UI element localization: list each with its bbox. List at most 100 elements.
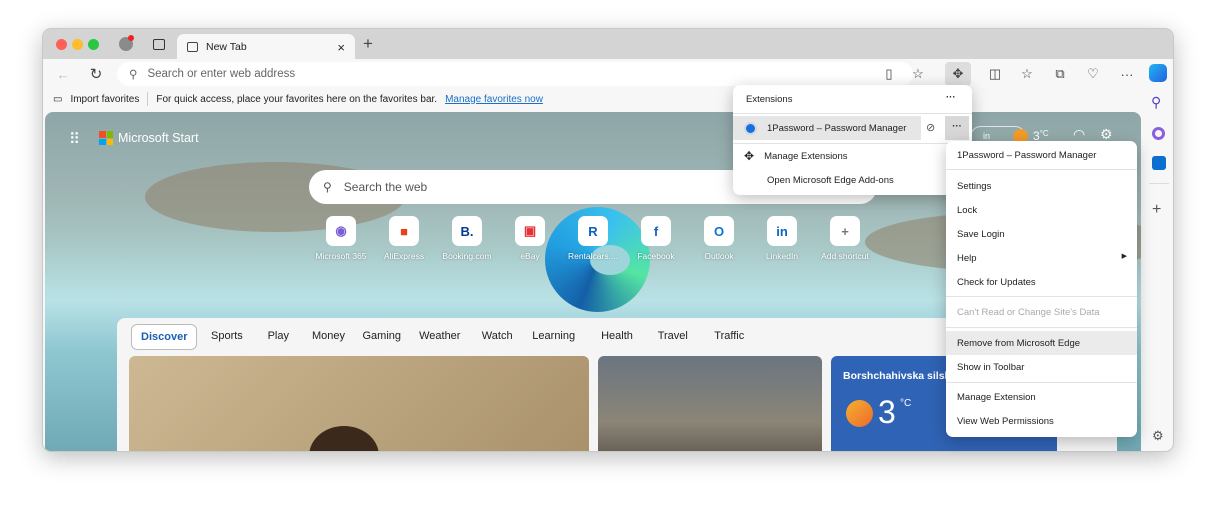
shortcut-facebook[interactable]: f Facebook: [626, 216, 686, 261]
feed-tab-gaming[interactable]: Gaming: [363, 330, 402, 342]
collections-icon[interactable]: ⧉: [1050, 64, 1070, 84]
weather-unit: °C: [900, 398, 912, 409]
remove-extension-item[interactable]: Remove from Microsoft Edge: [946, 331, 1137, 355]
immersive-reader-icon[interactable]: ▯: [879, 64, 899, 84]
context-item-help[interactable]: Help: [946, 246, 1137, 270]
address-bar[interactable]: ⚲ Search or enter web address: [117, 62, 913, 86]
shortcut-label: Booking.com: [442, 251, 492, 261]
shortcut-label: Rentalcars....: [567, 251, 619, 261]
feed-tab-learning[interactable]: Learning: [532, 330, 575, 342]
sidebar-settings-icon[interactable]: ⚙: [1152, 428, 1164, 444]
show-in-toolbar-item[interactable]: Show in Toolbar: [946, 355, 1137, 379]
sidebar-search-icon[interactable]: ⚲: [1151, 94, 1161, 111]
add-sidebar-app-icon[interactable]: +: [1152, 201, 1161, 219]
extension-more-actions-button[interactable]: ···: [945, 116, 969, 140]
shortcut-label: Facebook: [637, 251, 675, 261]
feed-tab-play[interactable]: Play: [268, 330, 289, 342]
shortcut-icon: B.: [452, 216, 482, 246]
shortcut-icon: R: [578, 216, 608, 246]
favorites-icon[interactable]: ☆: [1017, 64, 1037, 84]
close-window-button[interactable]: [56, 39, 67, 50]
site-data-item-disabled: Can't Read or Change Site's Data: [957, 306, 1100, 318]
hide-from-toolbar-icon[interactable]: ⊘: [926, 121, 935, 134]
extension-puzzle-icon: ✥: [744, 149, 755, 163]
toolbar: ← ↻ ⚲ Search or enter web address ▯ ☆ ✥ …: [43, 59, 1173, 88]
shortcut-icon: in: [767, 216, 797, 246]
weather-temp: 3: [878, 394, 896, 430]
shortcut-linkedin[interactable]: in LinkedIn: [752, 216, 812, 261]
weather-location: Borshchahivska silsk: [843, 370, 951, 382]
split-screen-icon[interactable]: ◫: [985, 64, 1005, 84]
shortcut-label: AliExpress: [383, 251, 425, 261]
favorite-star-icon[interactable]: ☆: [908, 64, 928, 84]
extensions-button[interactable]: ✥: [945, 62, 971, 86]
shortcut-booking-com[interactable]: B. Booking.com: [437, 216, 497, 261]
feed-tab-health[interactable]: Health: [601, 330, 633, 342]
shortcut-rentalcars[interactable]: R Rentalcars....: [563, 216, 623, 261]
context-menu-header: 1Password – Password Manager: [957, 149, 1097, 161]
extension-name: 1Password – Password Manager: [767, 122, 907, 134]
microsoft-start-brand[interactable]: Microsoft Start: [118, 131, 199, 145]
context-item-settings[interactable]: Settings: [946, 174, 1137, 198]
tab-actions-icon[interactable]: [153, 39, 165, 50]
tab-title: New Tab: [206, 41, 247, 53]
extensions-popup: Extensions ··· 1Password – Password Mana…: [733, 85, 972, 195]
extensions-more-button[interactable]: ···: [946, 92, 956, 103]
extension-item-1password[interactable]: 1Password – Password Manager: [733, 116, 921, 140]
feed-tab-discover[interactable]: Discover: [131, 324, 198, 350]
search-icon: ⚲: [129, 69, 138, 81]
apps-launcher-icon[interactable]: ⠿: [69, 130, 81, 148]
copilot-icon[interactable]: [1149, 64, 1167, 82]
1password-icon: [744, 121, 757, 135]
feed-tab-sports[interactable]: Sports: [211, 330, 243, 342]
shortcut-label: Outlook: [704, 251, 734, 261]
more-menu-icon[interactable]: ···: [1117, 64, 1137, 84]
feed-tab-travel[interactable]: Travel: [658, 330, 688, 342]
shortcut-icon: O: [704, 216, 734, 246]
news-card-image[interactable]: [129, 356, 589, 451]
refresh-icon[interactable]: ↻: [86, 64, 106, 84]
shortcut-icon: ▣: [515, 216, 545, 246]
view-permissions-item[interactable]: View Web Permissions: [946, 409, 1137, 433]
sun-icon: [846, 400, 873, 427]
new-tab-icon: [187, 42, 198, 52]
extension-context-menu: 1Password – Password Manager Settings Loc…: [946, 141, 1137, 437]
shortcut-outlook[interactable]: O Outlook: [689, 216, 749, 261]
tab-bar: New Tab × +: [43, 29, 1173, 60]
microsoft-365-icon[interactable]: [1152, 127, 1165, 140]
close-tab-icon[interactable]: ×: [337, 40, 345, 55]
context-item-check-for-updates[interactable]: Check for Updates: [946, 270, 1137, 294]
back-icon[interactable]: ←: [53, 64, 73, 84]
context-item-save-login[interactable]: Save Login: [946, 222, 1137, 246]
news-card-photo[interactable]: [598, 356, 822, 451]
favorites-hint: For quick access, place your favorites h…: [156, 93, 438, 105]
minimize-window-button[interactable]: [72, 39, 83, 50]
shortcut-icon: ■: [389, 216, 419, 246]
outlook-icon[interactable]: [1152, 156, 1166, 170]
tab-new-tab[interactable]: New Tab ×: [177, 34, 355, 60]
feed-tab-money[interactable]: Money: [312, 330, 345, 342]
feed-tab-traffic[interactable]: Traffic: [714, 330, 744, 342]
shortcut-label: eBay: [520, 251, 540, 261]
shortcut-aliexpress[interactable]: ■ AliExpress: [374, 216, 434, 261]
manage-favorites-link[interactable]: Manage favorites now: [445, 94, 543, 105]
shortcut-add-shortcut[interactable]: + Add shortcut: [815, 216, 875, 261]
shortcut-microsoft-365[interactable]: ◉ Microsoft 365: [311, 216, 371, 261]
web-search-placeholder: Search the web: [343, 180, 428, 194]
manage-extension-item[interactable]: Manage Extension: [946, 385, 1137, 409]
maximize-window-button[interactable]: [88, 39, 99, 50]
import-favorites-button[interactable]: Import favorites: [70, 94, 139, 105]
feed-tab-weather[interactable]: Weather: [419, 330, 460, 342]
address-placeholder: Search or enter web address: [147, 68, 296, 80]
shortcut-icon: +: [830, 216, 860, 246]
manage-extensions-item[interactable]: ✥ Manage Extensions: [733, 144, 972, 168]
shortcut-label: Microsoft 365: [315, 251, 367, 261]
profile-icon[interactable]: [119, 35, 134, 51]
browser-essentials-icon[interactable]: ♡: [1083, 64, 1103, 84]
context-item-lock[interactable]: Lock: [946, 198, 1137, 222]
shortcut-ebay[interactable]: ▣ eBay: [500, 216, 560, 261]
open-addons-item[interactable]: Open Microsoft Edge Add-ons: [733, 168, 972, 192]
new-tab-button[interactable]: +: [363, 34, 373, 54]
shortcut-icon: f: [641, 216, 671, 246]
feed-tab-watch[interactable]: Watch: [482, 330, 513, 342]
